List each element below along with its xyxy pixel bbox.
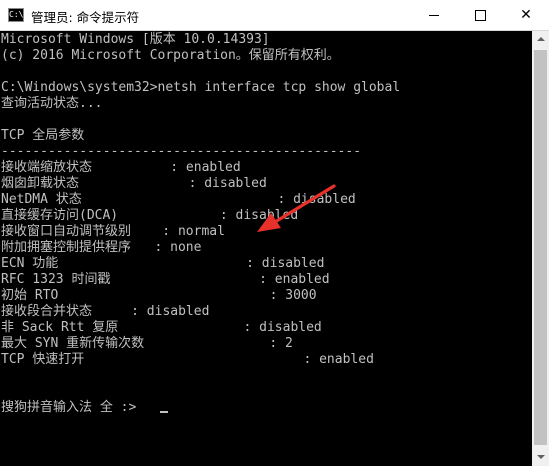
arrow-shaft: [273, 184, 336, 224]
scroll-down-arrow-icon[interactable]: [532, 449, 549, 466]
red-arrow-annotation: [257, 184, 336, 232]
arrow-head: [257, 213, 281, 232]
scroll-thumb[interactable]: [534, 50, 547, 445]
scroll-up-arrow-icon[interactable]: [532, 31, 549, 48]
vertical-scrollbar[interactable]: [532, 31, 549, 466]
